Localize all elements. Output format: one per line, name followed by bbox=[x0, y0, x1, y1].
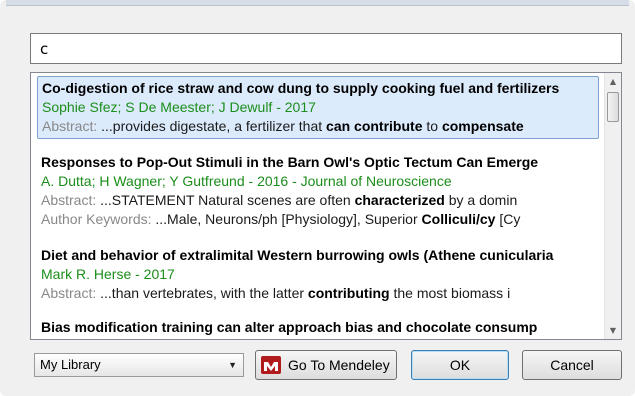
citation-search-dialog: Co-digestion of rice straw and cow dung … bbox=[0, 0, 635, 396]
dialog-frame-edge bbox=[6, 0, 629, 6]
results-scrollbar[interactable]: ▲ ▼ bbox=[604, 73, 621, 339]
cancel-button[interactable]: Cancel bbox=[522, 350, 622, 380]
match-text: ...STATEMENT Natural scenes are often bbox=[100, 192, 355, 208]
result-match-line: Abstract: ...STATEMENT Natural scenes ar… bbox=[41, 191, 595, 210]
match-field-label: Author Keywords: bbox=[41, 211, 156, 227]
match-highlight: characterized bbox=[354, 192, 445, 208]
match-text: the most biomass i bbox=[389, 285, 511, 301]
match-text: ...than vertebrates, with the latter bbox=[100, 285, 308, 301]
results-list[interactable]: Co-digestion of rice straw and cow dung … bbox=[30, 72, 622, 340]
result-authors: Sophie Sfez; S De Meester; J Dewulf - 20… bbox=[42, 99, 316, 115]
match-text: [Cy bbox=[495, 211, 521, 227]
result-authors: Mark R. Herse - 2017 bbox=[41, 266, 175, 282]
result-match-line: Author Keywords: ...Male, Neurons/ph [Ph… bbox=[41, 210, 595, 229]
result-match-line: Abstract: ...than vertebrates, with the … bbox=[41, 284, 595, 303]
match-highlight: can contribute bbox=[326, 118, 423, 134]
scroll-down-arrow-icon[interactable]: ▼ bbox=[605, 322, 621, 339]
cancel-label: Cancel bbox=[550, 357, 594, 373]
result-title: Bias modification training can alter app… bbox=[41, 319, 538, 335]
search-input[interactable] bbox=[30, 33, 622, 64]
match-highlight: contributing bbox=[307, 285, 390, 301]
ok-button[interactable]: OK bbox=[411, 350, 509, 380]
match-field-label: Abstract: bbox=[41, 192, 101, 208]
result-item[interactable]: Bias modification training can alter app… bbox=[37, 316, 599, 339]
library-select-value: My Library bbox=[40, 357, 101, 372]
match-highlight: Colliculi/cy bbox=[421, 211, 496, 227]
result-item[interactable]: Co-digestion of rice straw and cow dung … bbox=[37, 76, 599, 139]
result-title: Responses to Pop-Out Stimuli in the Barn… bbox=[41, 154, 539, 170]
result-item[interactable]: Responses to Pop-Out Stimuli in the Barn… bbox=[37, 151, 599, 231]
go-to-mendeley-button[interactable]: Go To Mendeley bbox=[255, 350, 397, 380]
match-text: by a domin bbox=[444, 192, 518, 208]
scroll-thumb[interactable] bbox=[607, 92, 619, 122]
match-field-label: Abstract: bbox=[41, 285, 101, 301]
ok-label: OK bbox=[449, 357, 471, 373]
match-text: to bbox=[422, 118, 442, 134]
result-title: Co-digestion of rice straw and cow dung … bbox=[42, 80, 560, 96]
mendeley-logo-icon bbox=[261, 356, 281, 374]
library-select[interactable]: My Library ▼ bbox=[34, 353, 244, 377]
dropdown-arrow-icon: ▼ bbox=[228, 360, 237, 370]
scroll-up-arrow-icon[interactable]: ▲ bbox=[605, 73, 621, 90]
match-highlight: compensate bbox=[441, 118, 524, 134]
result-match-line: Abstract: ...provides digestate, a ferti… bbox=[42, 117, 594, 136]
match-text: ...provides digestate, a fertilizer that bbox=[101, 118, 327, 134]
go-to-mendeley-label: Go To Mendeley bbox=[288, 357, 390, 373]
match-text: ...Male, Neurons/ph [Physiology], Superi… bbox=[155, 211, 422, 227]
result-item[interactable]: Diet and behavior of extralimital Wester… bbox=[37, 244, 599, 305]
match-field-label: Abstract: bbox=[42, 118, 102, 134]
result-authors: A. Dutta; H Wagner; Y Gutfreund - 2016 -… bbox=[41, 173, 452, 189]
result-title: Diet and behavior of extralimital Wester… bbox=[41, 247, 554, 263]
